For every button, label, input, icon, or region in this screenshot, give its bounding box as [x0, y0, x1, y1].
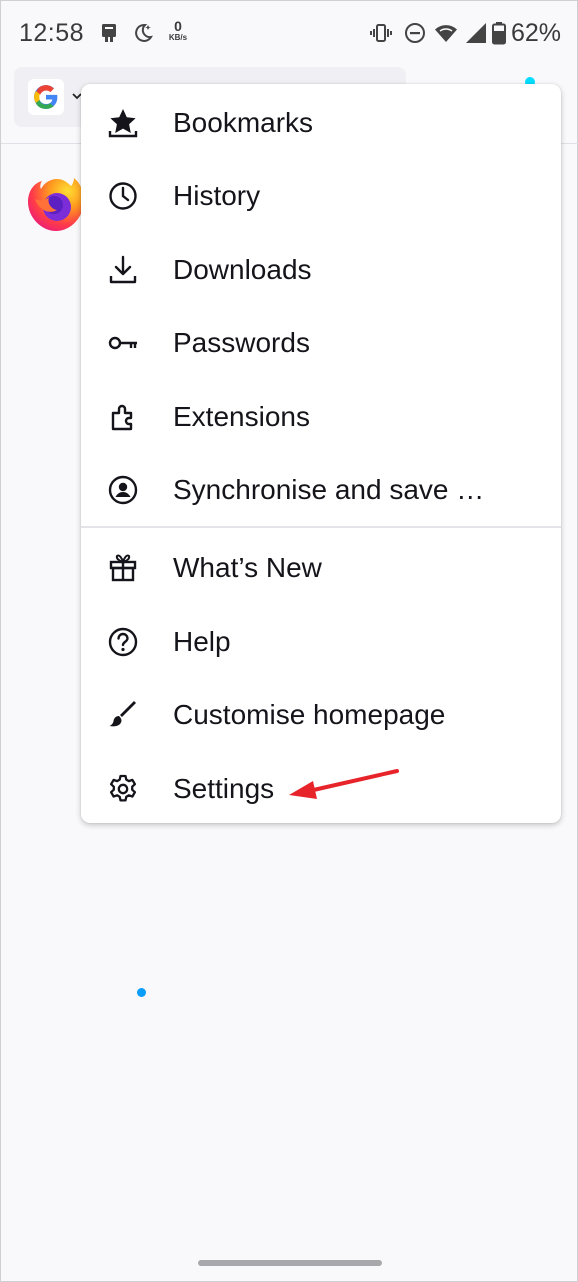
menu-item-customise-homepage[interactable]: Customise homepage	[81, 677, 561, 750]
menu-item-label: What’s New	[173, 552, 322, 583]
menu-divider	[81, 526, 561, 528]
menu-item-extensions[interactable]: Extensions	[81, 379, 561, 452]
night-mode-icon	[135, 23, 153, 42]
firefox-logo-icon	[28, 178, 84, 231]
vibrate-icon	[370, 24, 392, 42]
menu-item-label: History	[173, 180, 261, 211]
menu-item-sync[interactable]: Synchronise and save …	[81, 452, 561, 525]
menu-item-downloads[interactable]: Downloads	[81, 232, 561, 305]
status-time: 12:58	[19, 19, 85, 47]
menu-item-bookmarks[interactable]: Bookmarks	[81, 85, 561, 158]
menu-item-label: Bookmarks	[173, 107, 314, 138]
cell-signal-icon	[466, 23, 486, 43]
clock-icon	[109, 182, 137, 210]
help-icon	[108, 627, 138, 657]
menu-item-label: Customise homepage	[173, 699, 446, 730]
menu-item-passwords[interactable]: Passwords	[81, 305, 561, 378]
app-window: 12:58 0 KB/s 62% Bookmarks History Downl…	[0, 0, 578, 1282]
menu-item-label: Synchronise and save …	[173, 474, 485, 505]
menu-item-history[interactable]: History	[81, 158, 561, 231]
network-speed: 0 KB/s	[168, 18, 188, 42]
account-icon	[108, 475, 138, 505]
search-engine-selector[interactable]	[28, 79, 64, 115]
menu-item-label: Downloads	[173, 254, 312, 285]
do-not-disturb-icon	[405, 23, 425, 43]
battery-percentage: 62%	[511, 19, 562, 47]
google-g-icon	[34, 85, 58, 109]
menu-item-whats-new[interactable]: What’s New	[81, 530, 561, 997]
paintbrush-icon	[109, 701, 136, 727]
menu-item-label: Settings	[173, 773, 275, 804]
menu-item-label: Extensions	[173, 401, 310, 432]
menu-item-label: Passwords	[173, 327, 310, 358]
download-icon	[109, 255, 137, 284]
menu-item-help[interactable]: Help	[81, 604, 561, 677]
gesture-nav-bar[interactable]	[198, 1260, 382, 1266]
annotation-arrow	[289, 769, 399, 799]
puzzle-icon	[111, 404, 133, 431]
wifi-icon	[435, 25, 457, 42]
gift-icon	[109, 554, 137, 582]
bookmark-star-icon	[108, 109, 138, 138]
main-menu: Bookmarks History Downloads Passwords Ex…	[81, 84, 561, 997]
key-icon	[108, 336, 137, 350]
new-badge-dot	[137, 988, 146, 997]
status-bar: 12:58 0 KB/s 62%	[1, 1, 578, 67]
phone-usage-icon	[102, 24, 116, 42]
menu-item-label: Help	[173, 626, 231, 657]
battery-icon	[492, 22, 506, 45]
gear-icon	[109, 774, 137, 802]
